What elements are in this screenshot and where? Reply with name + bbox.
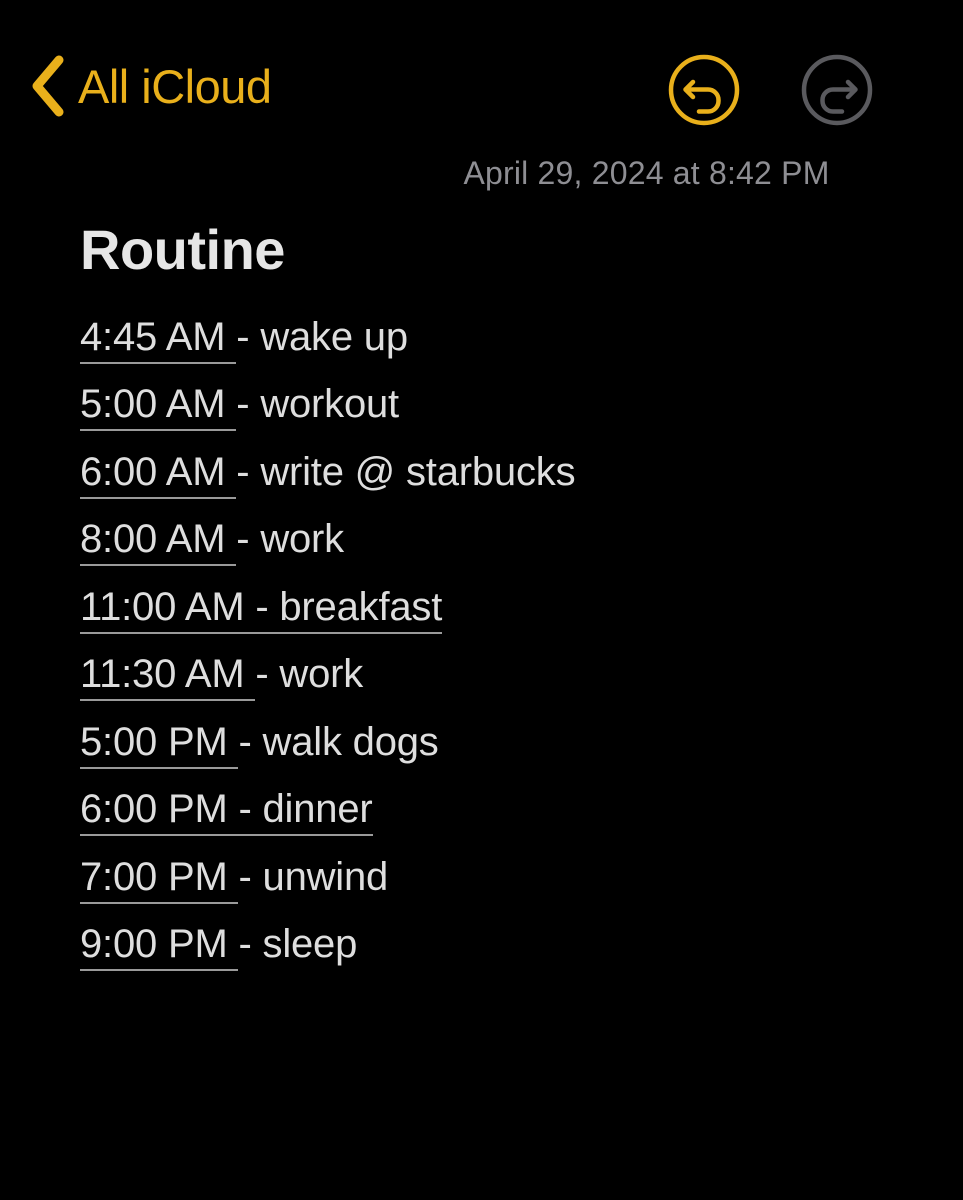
back-button-all-icloud[interactable]: All iCloud	[30, 55, 272, 117]
routine-item-time: 4:45 AM	[80, 314, 237, 364]
routine-item-time: 6:00 AM	[80, 449, 237, 499]
routine-item[interactable]: 5:00 PM - walk dogs	[80, 709, 940, 777]
routine-item-activity: - wake up	[236, 314, 408, 359]
routine-item[interactable]: 9:00 PM - sleep	[80, 911, 940, 979]
back-button-label: All iCloud	[78, 59, 272, 113]
routine-item-activity: - work	[255, 652, 364, 697]
routine-item-time: 11:30 AM	[80, 652, 256, 702]
chevron-left-icon	[30, 55, 64, 117]
routine-item-time: 5:00 AM	[80, 382, 237, 432]
routine-item-activity: - workout	[236, 382, 399, 427]
redo-button[interactable]	[799, 52, 875, 128]
routine-item-time: 9:00 PM	[80, 922, 239, 972]
routine-item-activity: - unwind	[238, 854, 389, 899]
routine-item[interactable]: 4:45 AM - wake up	[80, 304, 940, 372]
undo-button[interactable]	[666, 52, 742, 128]
note-body[interactable]: Routine 4:45 AM - wake up 5:00 AM - worko…	[80, 218, 940, 979]
redo-circle-icon	[799, 52, 875, 128]
routine-item-activity: - work	[236, 517, 344, 562]
routine-item[interactable]: 11:30 AM - work	[80, 641, 940, 709]
routine-list: 4:45 AM - wake up 5:00 AM - workout 6:00 A…	[80, 304, 940, 979]
routine-item-activity: - write @ starbucks	[236, 449, 576, 494]
routine-item-time: 7:00 PM	[80, 854, 239, 904]
routine-item-time: 11:00 AM - breakfast	[80, 584, 442, 634]
routine-item[interactable]: 6:00 PM - dinner	[80, 776, 940, 844]
routine-item[interactable]: 5:00 AM - workout	[80, 371, 940, 439]
routine-item[interactable]: 8:00 AM - work	[80, 506, 940, 574]
routine-item-activity: - walk dogs	[238, 719, 439, 764]
routine-item-time: 8:00 AM	[80, 517, 237, 567]
navigation-bar: All iCloud	[0, 0, 963, 145]
note-timestamp-text: April 29, 2024 at 8:42 PM	[463, 155, 830, 191]
routine-item-time: 5:00 PM	[80, 719, 239, 769]
routine-item[interactable]: 7:00 PM - unwind	[80, 844, 940, 912]
note-title: Routine	[80, 218, 285, 281]
routine-item[interactable]: 11:00 AM - breakfast	[80, 574, 940, 642]
nav-actions-group	[666, 52, 875, 128]
undo-circle-icon	[666, 52, 742, 128]
routine-item-activity: - sleep	[238, 922, 358, 967]
note-timestamp: April 29, 2024 at 8:42 PM	[0, 155, 963, 192]
routine-item-time: 6:00 PM - dinner	[80, 787, 373, 837]
routine-item[interactable]: 6:00 AM - write @ starbucks	[80, 439, 940, 507]
